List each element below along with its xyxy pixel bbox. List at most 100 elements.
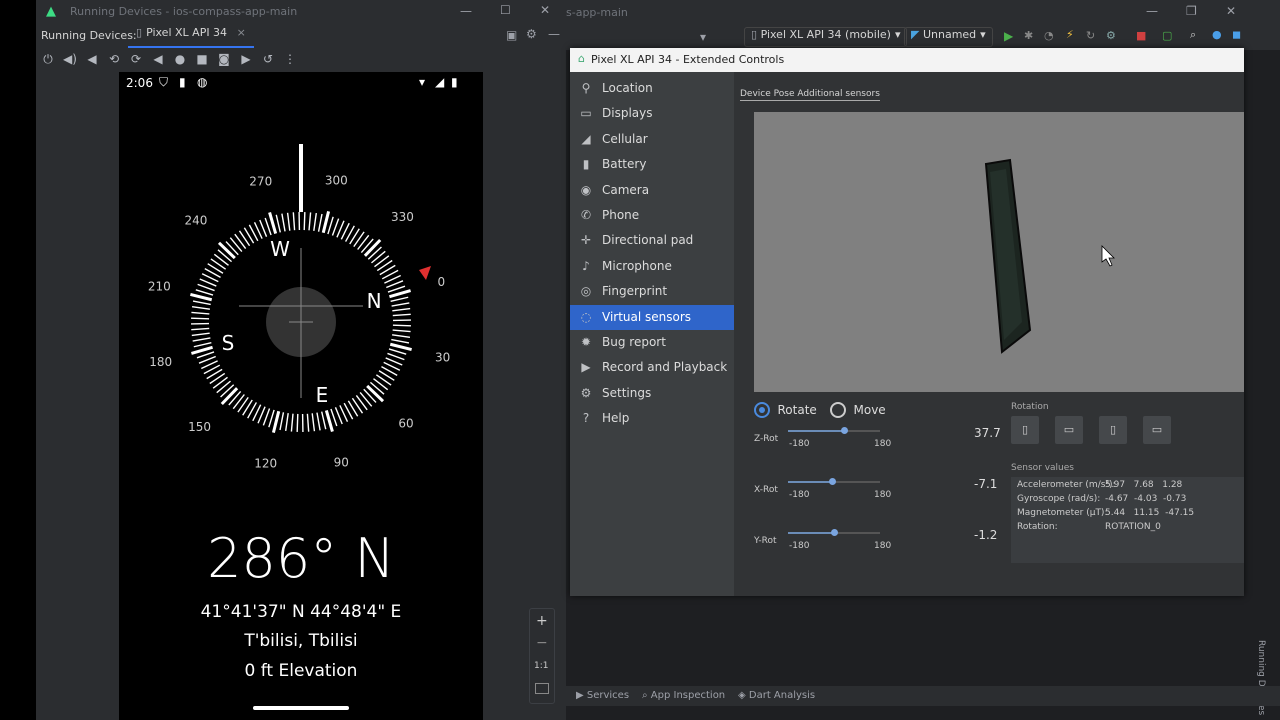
profile-icon[interactable]: ◔ [1044, 29, 1054, 42]
debug-icon[interactable]: ✱ [1024, 29, 1033, 42]
tab-pixel-xl[interactable]: ▯ Pixel XL API 34 × [128, 26, 254, 48]
run-config-select[interactable]: ◤ Unnamed ▾ [904, 27, 993, 47]
compass-ring-label: 330 [391, 210, 414, 224]
layout-icon[interactable]: ▣ [506, 28, 517, 42]
nav-item-directional-pad[interactable]: ✛ Directional pad [570, 228, 734, 253]
close-button[interactable]: ✕ [540, 3, 550, 17]
overview-icon[interactable]: ■ [194, 51, 210, 67]
nav-item-settings[interactable]: ⚙ Settings [570, 381, 734, 406]
home-indicator[interactable] [253, 706, 349, 710]
reset-icon[interactable]: ↺ [260, 51, 276, 67]
screen-record-icon[interactable]: ▶ [238, 51, 254, 67]
nav-item-label: Fingerprint [602, 284, 668, 299]
reverse-portrait-rotation-button[interactable]: ▯ [1099, 416, 1127, 444]
dpad-icon: ✛ [580, 233, 592, 248]
zoom-actual-size-button[interactable]: 1:1 [534, 661, 548, 671]
device-select[interactable]: ▯ Pixel XL API 34 (mobile) ▾ [744, 27, 908, 47]
power-icon[interactable]: ⏻ [40, 51, 56, 67]
hot-restart-icon[interactable]: ↻ [1086, 29, 1095, 42]
dart-analysis-tab[interactable]: ◈ Dart Analysis [738, 690, 815, 701]
nav-item-virtual-sensors[interactable]: ◌ Virtual sensors [570, 304, 734, 330]
nav-item-phone[interactable]: ✆ Phone [570, 203, 734, 228]
phone-screen[interactable]: 2:06 ⛉ ▮ ◍ ▾ ◢ ▮ 0 30 60 90 120 150 180 210 240 2… [119, 72, 483, 720]
zoom-in-button[interactable]: + [536, 613, 548, 629]
screenshot-icon[interactable]: ◙ [216, 51, 232, 67]
nav-item-displays[interactable]: ▭ Displays [570, 101, 734, 126]
nav-item-fingerprint[interactable]: ◎ Fingerprint [570, 279, 734, 304]
nav-item-camera[interactable]: ◉ Camera [570, 178, 734, 203]
back-icon[interactable]: ◀ [150, 51, 166, 67]
slider-track[interactable] [788, 481, 833, 483]
update-icon[interactable]: ● [1212, 28, 1222, 41]
avatar[interactable]: ◼ [1232, 28, 1241, 41]
rotate-right-icon[interactable]: ⟳ [128, 51, 144, 67]
nav-item-location[interactable]: ⚲ Location [570, 76, 734, 101]
compass-tick [392, 313, 411, 317]
app-inspection-tab[interactable]: ⌕ App Inspection [642, 690, 725, 701]
slider-track[interactable] [788, 532, 834, 534]
landscape-rotation-button[interactable]: ▭ [1055, 416, 1083, 444]
portrait-rotation-button[interactable]: ▯ [1011, 416, 1039, 444]
nav-item-help[interactable]: ? Help [570, 406, 734, 431]
volume-up-icon[interactable]: ◀) [62, 51, 78, 67]
compass-tick [192, 337, 211, 342]
maximize-button[interactable]: ☐ [500, 3, 511, 17]
compass-tick [190, 292, 213, 302]
tab-label: Pixel XL API 34 [146, 26, 228, 39]
hide-icon[interactable]: — [548, 27, 560, 41]
home-icon[interactable]: ● [172, 51, 188, 67]
sensor-value: 5.44 11.15 -47.15 [1105, 508, 1195, 518]
more-icon[interactable]: ⋮ [282, 51, 298, 67]
coordinates-text: 41°41'37" N 44°48'4" E [200, 602, 402, 622]
slider-value: -1.2 [974, 528, 998, 542]
shield-icon: ⛉ [159, 75, 169, 89]
slider-thumb[interactable] [840, 427, 848, 434]
ide-close-button[interactable]: ✕ [1226, 4, 1236, 18]
chevron-down-icon: ▾ [980, 28, 986, 41]
ide-minimize-button[interactable]: — [1146, 4, 1158, 18]
slider-value: 37.7 [974, 426, 1001, 440]
rotate-left-icon[interactable]: ⟲ [106, 51, 122, 67]
nav-item-record-and-playback[interactable]: ▶ Record and Playback [570, 355, 734, 380]
sensor-name: Rotation: [1017, 522, 1058, 532]
slider-track-rest[interactable] [833, 532, 880, 534]
inspection-icon: ⌕ [642, 690, 651, 701]
compass-tick [389, 342, 412, 352]
ide-restore-button[interactable]: ❐ [1186, 4, 1197, 18]
device-manager-icon[interactable]: ▢ [1162, 29, 1172, 42]
services-tab[interactable]: ▶ Services [576, 690, 629, 701]
nav-item-microphone[interactable]: ♪ Microphone [570, 254, 734, 279]
volume-down-icon[interactable]: ◀ [84, 51, 100, 67]
slider-thumb[interactable] [830, 529, 838, 536]
phone-device-icon: ▯ [136, 26, 143, 39]
zoom-fit-button[interactable] [535, 683, 549, 694]
attach-icon[interactable]: ⚙ [1106, 29, 1116, 42]
nav-item-battery[interactable]: ▮ Battery [570, 152, 734, 177]
nav-item-cellular[interactable]: ◢ Cellular [570, 127, 734, 152]
compass-ring-label: 90 [334, 455, 349, 469]
slider-thumb[interactable] [829, 478, 837, 485]
gear-icon[interactable]: ⚙ [526, 27, 537, 41]
compass-tick [229, 237, 243, 252]
run-icon[interactable]: ▶ [1004, 29, 1013, 43]
history-icon[interactable]: ▾ [700, 30, 706, 44]
compass-tick [392, 329, 411, 333]
compass-tick [191, 332, 210, 337]
tab-close-icon[interactable]: × [237, 26, 246, 39]
slider-track-rest[interactable] [832, 481, 880, 483]
zoom-out-button[interactable]: − [536, 635, 548, 651]
stop-icon[interactable]: ■ [1136, 29, 1146, 42]
slider-track-rest[interactable] [843, 430, 880, 432]
slider-track[interactable] [788, 430, 844, 432]
nav-item-bug-report[interactable]: ✹ Bug report [570, 330, 734, 355]
sensor-values-label: Sensor values [1011, 463, 1074, 473]
compass-tick [286, 212, 291, 231]
compass-tick [281, 213, 286, 232]
reverse-landscape-rotation-button[interactable]: ▭ [1143, 416, 1171, 444]
bottom-tool-bar: ▶ Services ⌕ App Inspection ◈ Dart Analy… [566, 686, 1280, 706]
search-icon[interactable]: ⌕ [1190, 28, 1196, 42]
compass: 0 30 60 90 120 150 180 210 240 270 300 330 N E S W [139, 140, 463, 540]
compass-cardinal-s: S [222, 331, 235, 355]
minimize-button[interactable]: — [460, 4, 472, 18]
hot-reload-icon[interactable]: ⚡ [1066, 28, 1074, 41]
